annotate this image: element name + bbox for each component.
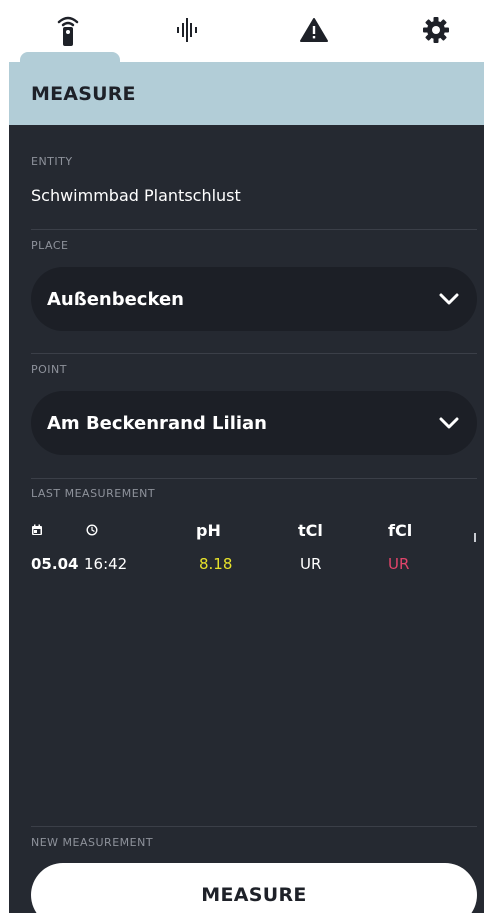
fcl-value: UR	[388, 555, 410, 573]
tab-warning[interactable]	[290, 8, 338, 52]
page-header: MEASURE	[9, 62, 484, 125]
page-title: MEASURE	[31, 82, 136, 105]
measure-panel: ENTITY Schwimmbad Plantschlust PLACE Auß…	[9, 125, 484, 913]
tcl-column-header: tCl	[298, 521, 323, 540]
chevron-down-icon	[439, 293, 459, 305]
warning-icon	[300, 18, 328, 42]
divider	[31, 229, 477, 230]
divider	[31, 353, 477, 354]
clock-icon	[86, 524, 98, 536]
fcl-column-header: fCl	[388, 521, 413, 540]
place-select[interactable]: Außenbecken	[31, 267, 477, 331]
point-select[interactable]: Am Beckenrand Lilian	[31, 391, 477, 455]
tab-settings[interactable]	[412, 8, 460, 52]
top-tab-bar	[0, 0, 484, 62]
measure-button[interactable]: MEASURE	[31, 863, 477, 913]
waveform-icon	[177, 18, 197, 42]
place-select-value: Außenbecken	[47, 288, 184, 310]
measurement-time: 16:42	[84, 555, 128, 573]
measurement-date: 05.04	[31, 555, 79, 573]
point-select-value: Am Beckenrand Lilian	[47, 412, 267, 434]
active-tab-indicator	[20, 52, 120, 62]
divider	[31, 478, 477, 479]
entity-label: ENTITY	[31, 155, 73, 168]
ph-column-header: pH	[196, 521, 221, 540]
point-label: POINT	[31, 363, 67, 376]
tcl-value: UR	[300, 555, 322, 573]
calendar-icon	[32, 524, 42, 535]
entity-value: Schwimmbad Plantschlust	[31, 186, 241, 205]
divider	[31, 826, 477, 827]
ph-value: 8.18	[199, 555, 233, 573]
remote-icon	[57, 16, 79, 46]
last-measurement-label: LAST MEASUREMENT	[31, 487, 156, 500]
chevron-down-icon	[439, 417, 459, 429]
place-label: PLACE	[31, 239, 69, 252]
tab-remote[interactable]	[44, 8, 92, 52]
scroll-indicator	[474, 533, 476, 542]
tab-waveform[interactable]	[163, 8, 211, 52]
new-measurement-label: NEW MEASUREMENT	[31, 836, 154, 849]
gear-icon	[423, 17, 449, 43]
